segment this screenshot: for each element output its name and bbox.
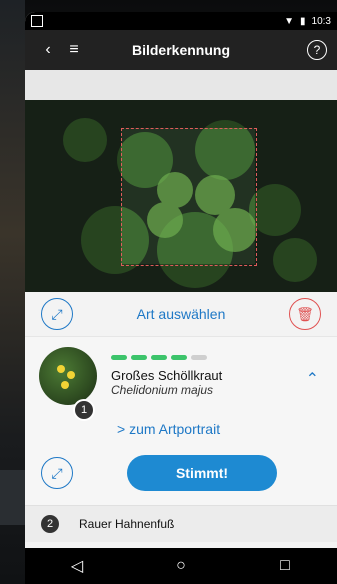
nav-home-icon[interactable]: ○: [170, 555, 192, 577]
action-row: ⤢ Art auswählen 🗑: [25, 292, 337, 336]
result-main[interactable]: 1 Großes Schöllkraut Chelidonium majus ⌃: [25, 337, 337, 421]
common-name: Großes Schöllkraut: [111, 368, 223, 383]
selection-box[interactable]: [121, 128, 257, 266]
android-nav-bar: ◁ ○ □: [25, 548, 337, 584]
rank-badge: 1: [73, 399, 95, 421]
result-meta: Großes Schöllkraut Chelidonium majus: [111, 355, 222, 397]
spacer-band: [25, 70, 337, 100]
time: 10:3: [311, 15, 331, 27]
nav-recents-icon[interactable]: □: [274, 555, 296, 577]
expand-icon[interactable]: ⤢: [41, 457, 73, 489]
confidence-bar-5: [191, 355, 207, 360]
species-portrait-link[interactable]: > zum Artportrait: [25, 415, 337, 449]
confidence-bar-4: [171, 355, 187, 360]
plant-photo[interactable]: [25, 100, 337, 292]
status-icons: ▼ ▮ 10:3: [284, 16, 331, 27]
trash-icon[interactable]: 🗑: [289, 298, 321, 330]
status-bar: ▼ ▮ 10:3: [25, 12, 337, 30]
choose-species-link[interactable]: Art auswählen: [137, 306, 226, 322]
plant-thumbnail: [39, 347, 97, 405]
background-strip: [0, 0, 30, 584]
battery-icon: ▮: [300, 15, 306, 27]
confidence-bar-2: [131, 355, 147, 360]
phone-screen: ▼ ▮ 10:3 ‹ ≡ Bilderkennung ? ⤢ Art auswä…: [25, 12, 337, 584]
result-card: 1 Großes Schöllkraut Chelidonium majus ⌃…: [25, 336, 337, 505]
page-title: Bilderkennung: [131, 42, 230, 58]
next-result[interactable]: 2 Rauer Hahnenfuß: [25, 505, 337, 542]
latin-name: Chelidonium majus: [111, 383, 214, 397]
rank-badge-2: 2: [41, 515, 59, 533]
next-result-name: Rauer Hahnenfuß: [79, 517, 175, 531]
wifi-icon: ▼: [284, 15, 295, 27]
collapse-icon[interactable]: ⌃: [306, 369, 319, 389]
confidence-bar-3: [151, 355, 167, 360]
notification-icon: [31, 15, 43, 27]
confidence-bar-1: [111, 355, 127, 360]
confirm-row: ⤢ Stimmt!: [25, 449, 337, 505]
nav-back-icon[interactable]: ◁: [66, 555, 88, 577]
expand-icon[interactable]: ⤢: [41, 298, 73, 330]
app-bar: ‹ ≡ Bilderkennung ?: [25, 30, 337, 70]
confirm-button[interactable]: Stimmt!: [127, 455, 277, 491]
confidence-bars: [111, 355, 222, 360]
